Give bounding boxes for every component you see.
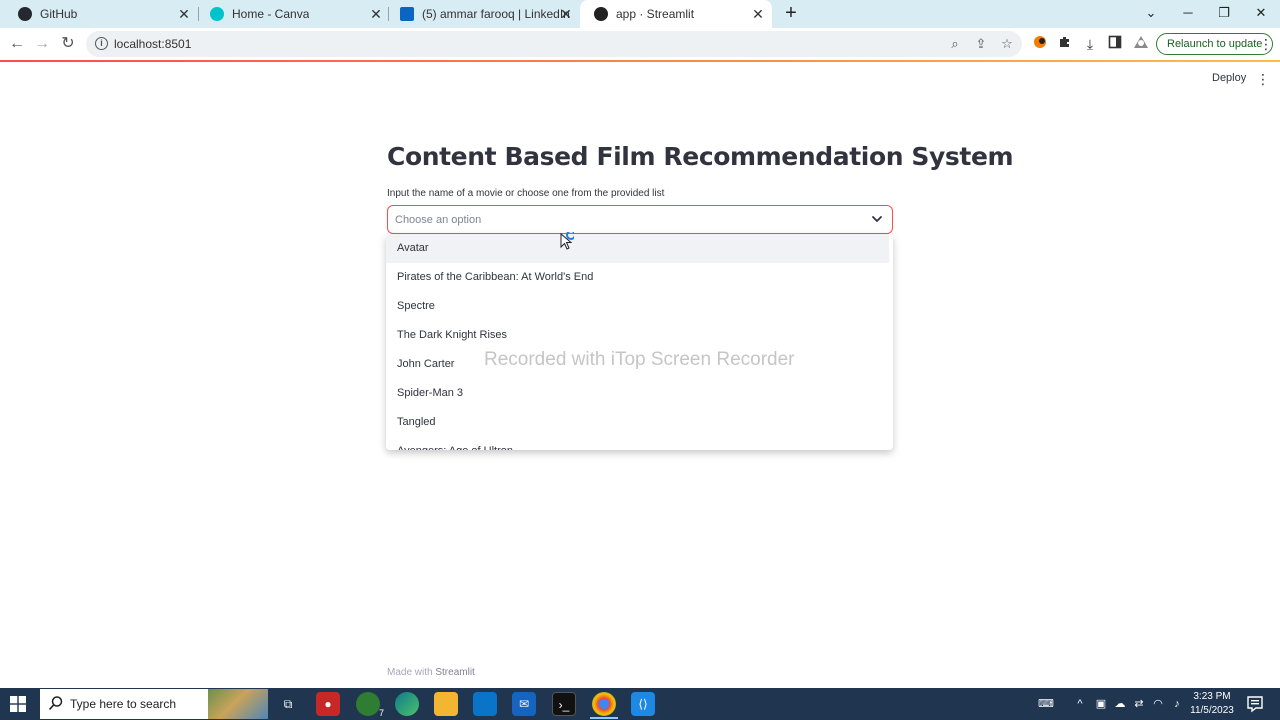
- address-bar[interactable]: i localhost:8501 ⌕ ⇪ ☆: [86, 31, 1022, 57]
- tab-github[interactable]: GitHub ✕: [4, 0, 198, 28]
- app-menu-icon[interactable]: ⋮: [1256, 70, 1270, 88]
- taskbar-search-box[interactable]: Type here to search: [40, 689, 268, 719]
- clock-date: 11/5/2023: [1190, 705, 1234, 716]
- back-arrow-icon[interactable]: ←: [6, 33, 28, 55]
- terminal-icon[interactable]: ›_: [552, 692, 576, 716]
- option-item[interactable]: Avengers: Age of Ultron: [386, 437, 889, 450]
- canva-icon: [210, 7, 224, 21]
- whatsapp-icon[interactable]: 7: [356, 692, 384, 718]
- edge-icon[interactable]: [395, 692, 419, 716]
- tab-title: (5) ammar farooq | LinkedIn: [422, 7, 570, 21]
- mouse-cursor-icon: [560, 232, 574, 250]
- github-icon: [18, 7, 32, 21]
- page-title: Content Based Film Recommendation System: [387, 142, 1014, 171]
- restore-icon[interactable]: ❐: [1206, 0, 1242, 28]
- close-icon[interactable]: ✕: [368, 6, 384, 22]
- side-panel-icon[interactable]: [1105, 34, 1125, 54]
- new-tab-button[interactable]: +: [780, 3, 802, 25]
- system-clock[interactable]: 3:23 PM 11/5/2023: [1186, 690, 1238, 718]
- streamlit-link[interactable]: Streamlit: [435, 667, 474, 678]
- streamlit-app: Deploy ⋮ Content Based Film Recommendati…: [0, 62, 1280, 688]
- vscode-icon[interactable]: ⟨⟩: [631, 692, 655, 716]
- close-icon[interactable]: ✕: [750, 6, 766, 22]
- reload-icon[interactable]: ↻: [57, 33, 79, 55]
- option-item[interactable]: Spider-Man 3: [386, 379, 889, 408]
- close-icon[interactable]: ✕: [558, 6, 574, 22]
- volume-icon[interactable]: ♪: [1169, 696, 1185, 712]
- sync-icon[interactable]: ⇄: [1131, 696, 1147, 712]
- chevron-down-icon[interactable]: [870, 212, 884, 226]
- clock-time: 3:23 PM: [1193, 691, 1231, 702]
- deploy-button[interactable]: Deploy: [1212, 72, 1246, 84]
- browser-tab-bar: GitHub ✕ Home - Canva ✕ (5) ammar farooq…: [0, 0, 1280, 28]
- task-view-icon[interactable]: ⧉: [276, 692, 300, 716]
- windows-taskbar: Type here to search ⧉ ● 7 ✉ ›_ ⟨⟩ ⌨ ^ ▣ …: [0, 688, 1280, 720]
- tab-linkedin[interactable]: (5) ammar farooq | LinkedIn ✕: [386, 0, 580, 28]
- cloud-icon[interactable]: ☁: [1112, 696, 1128, 712]
- keyboard-icon[interactable]: ⌨: [1036, 696, 1056, 712]
- extension-colorful-icon[interactable]: [1030, 34, 1050, 54]
- download-icon[interactable]: ⤓: [1080, 34, 1100, 54]
- tab-canva[interactable]: Home - Canva ✕: [196, 0, 390, 28]
- profile-avatar-icon[interactable]: [1131, 34, 1151, 54]
- chrome-icon[interactable]: [592, 692, 616, 716]
- file-explorer-icon[interactable]: [434, 692, 458, 716]
- tab-search-chevron-icon[interactable]: ⌄: [1133, 0, 1169, 28]
- option-item[interactable]: The Dark Knight Rises: [386, 321, 889, 350]
- tab-title: app · Streamlit: [616, 7, 695, 21]
- zoom-icon[interactable]: ⌕: [946, 35, 964, 53]
- footer-prefix: Made with: [387, 667, 433, 678]
- whatsapp-badge: 7: [378, 708, 384, 718]
- option-item[interactable]: Avatar: [386, 234, 889, 263]
- bookmark-star-icon[interactable]: ☆: [998, 35, 1016, 53]
- movie-select-placeholder: Choose an option: [395, 214, 482, 226]
- tray-chevron-icon[interactable]: ^: [1072, 696, 1088, 712]
- windows-start-icon[interactable]: [10, 696, 26, 712]
- device-icon[interactable]: ▣: [1093, 696, 1109, 712]
- movie-select-label: Input the name of a movie or choose one …: [387, 188, 665, 199]
- site-info-icon[interactable]: i: [95, 37, 108, 50]
- wifi-icon[interactable]: ◠: [1150, 696, 1166, 712]
- forward-arrow-icon[interactable]: →: [31, 33, 53, 55]
- search-placeholder: Type here to search: [70, 697, 177, 711]
- microsoft-store-icon[interactable]: [473, 692, 497, 716]
- linkedin-icon: [400, 7, 414, 21]
- movie-options-list[interactable]: Avatar Pirates of the Caribbean: At Worl…: [386, 234, 893, 450]
- recorder-watermark: Recorded with iTop Screen Recorder: [484, 349, 795, 370]
- search-icon: [48, 696, 63, 711]
- tab-title: Home - Canva: [232, 7, 310, 21]
- option-item[interactable]: Pirates of the Caribbean: At World's End: [386, 263, 889, 292]
- made-with-footer: Made with Streamlit: [387, 667, 475, 678]
- minimize-icon[interactable]: ─: [1170, 0, 1206, 28]
- active-app-indicator: [590, 717, 618, 719]
- streamlit-favicon-icon: [594, 7, 608, 21]
- share-icon[interactable]: ⇪: [972, 35, 990, 53]
- browser-toolbar: ← → ↻ i localhost:8501 ⌕ ⇪ ☆ ⤓ Relaunch …: [0, 28, 1280, 60]
- url-text[interactable]: localhost:8501: [114, 37, 191, 51]
- screen-recorder-icon[interactable]: ●: [316, 692, 340, 716]
- notification-center-icon[interactable]: [1246, 695, 1264, 713]
- tab-streamlit[interactable]: app · Streamlit ✕: [580, 0, 772, 28]
- tab-title: GitHub: [40, 7, 78, 21]
- close-icon[interactable]: ✕: [176, 6, 192, 22]
- mail-icon[interactable]: ✉: [512, 692, 536, 716]
- movie-select[interactable]: Choose an option: [387, 205, 893, 234]
- browser-menu-icon[interactable]: ⋮: [1258, 34, 1274, 54]
- search-highlight-image: [208, 689, 268, 719]
- extensions-puzzle-icon[interactable]: [1055, 34, 1075, 54]
- relaunch-to-update-button[interactable]: Relaunch to update: [1156, 33, 1274, 55]
- option-item[interactable]: Spectre: [386, 292, 889, 321]
- option-item[interactable]: Tangled: [386, 408, 889, 437]
- window-close-icon[interactable]: ✕: [1243, 0, 1279, 28]
